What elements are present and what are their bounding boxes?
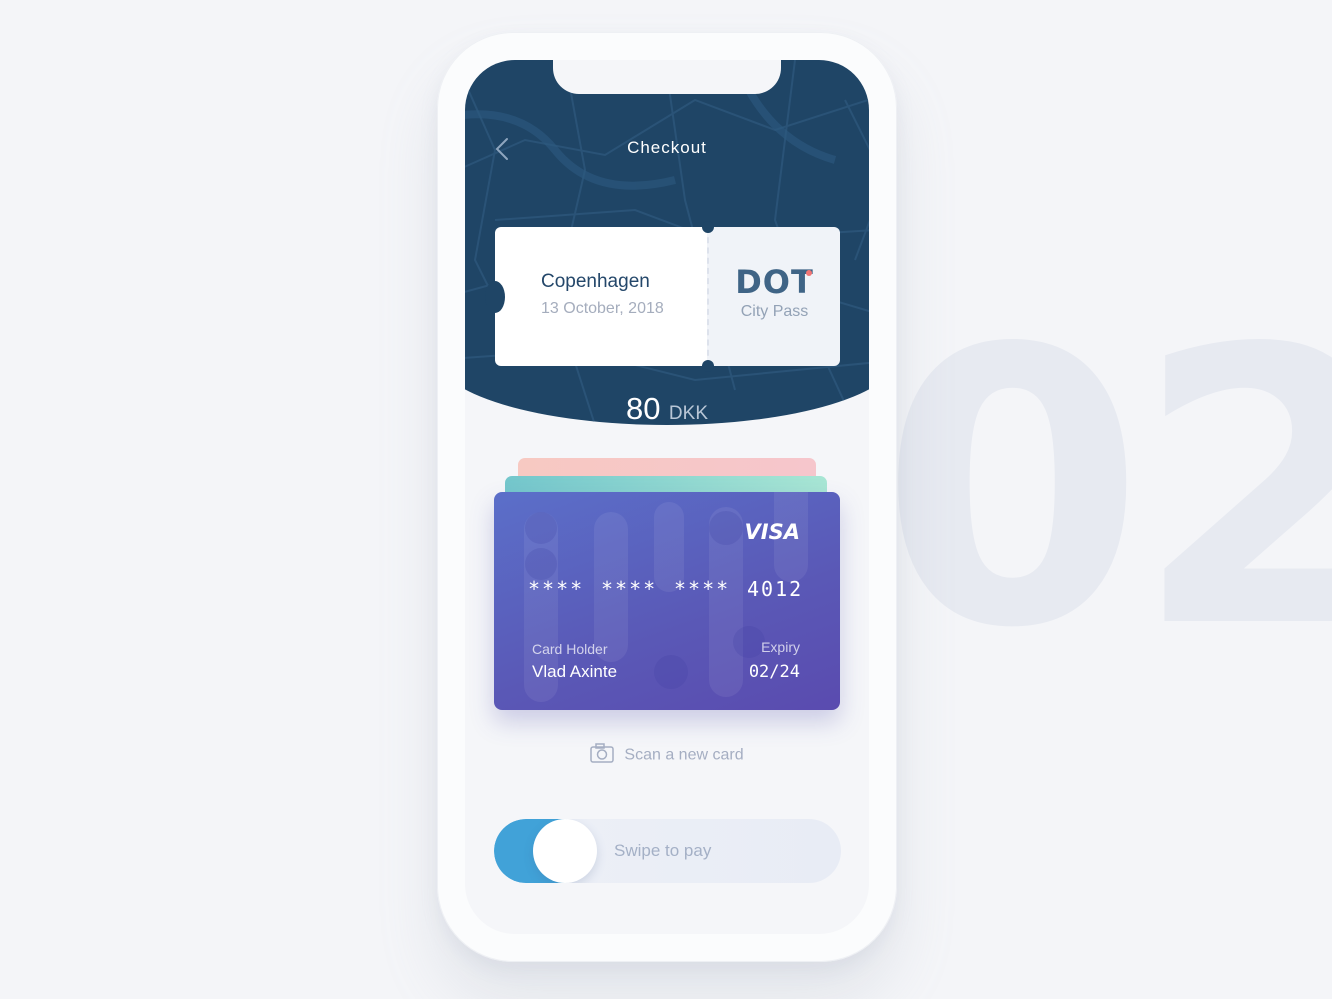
card-expiry-label: Expiry bbox=[761, 639, 800, 655]
ticket-notch bbox=[485, 281, 505, 313]
stub-hole-bottom bbox=[702, 360, 714, 372]
camera-icon bbox=[590, 743, 615, 768]
card-number-group-2: **** bbox=[601, 577, 658, 601]
price-amount: 80 bbox=[625, 391, 661, 426]
ticket-card[interactable]: Copenhagen 13 October, 2018 bbox=[485, 227, 707, 366]
card-holder-label: Card Holder bbox=[532, 641, 608, 657]
logo-dot bbox=[806, 270, 812, 276]
credit-card[interactable]: VISA **** **** **** 4012 Card Holder Vla… bbox=[494, 492, 840, 710]
ticket-city: Copenhagen bbox=[541, 271, 650, 292]
card-number-group-4: 4012 bbox=[747, 577, 804, 601]
card-number-group-1: **** bbox=[528, 577, 585, 601]
stub-hole-top bbox=[702, 221, 714, 233]
ticket-stub: DOT City Pass bbox=[702, 221, 840, 372]
scan-new-card-button[interactable]: Scan a new card bbox=[465, 743, 869, 768]
page-title: Checkout bbox=[627, 138, 707, 157]
phone-frame: Checkout Copenhagen 13 October, 2018 DOT… bbox=[437, 32, 897, 962]
price: 80 DKK bbox=[465, 391, 869, 427]
dot-logo: DOT bbox=[735, 263, 814, 301]
card-number-group-3: **** bbox=[674, 577, 731, 601]
phone-screen: Checkout Copenhagen 13 October, 2018 DOT… bbox=[465, 60, 869, 934]
scan-label: Scan a new card bbox=[624, 746, 744, 764]
pass-type: City Pass bbox=[740, 303, 809, 320]
background-number: 02 bbox=[880, 268, 1332, 711]
swipe-label: Swipe to pay bbox=[614, 841, 712, 860]
visa-logo: VISA bbox=[744, 520, 800, 544]
card-holder-name: Vlad Axinte bbox=[532, 662, 618, 681]
card-expiry: 02/24 bbox=[748, 662, 800, 682]
swipe-knob[interactable] bbox=[533, 819, 597, 883]
swipe-to-pay-slider[interactable]: Swipe to pay bbox=[494, 819, 841, 883]
ticket-date: 13 October, 2018 bbox=[541, 300, 664, 317]
phone-notch bbox=[553, 60, 781, 94]
price-currency: DKK bbox=[668, 403, 708, 424]
